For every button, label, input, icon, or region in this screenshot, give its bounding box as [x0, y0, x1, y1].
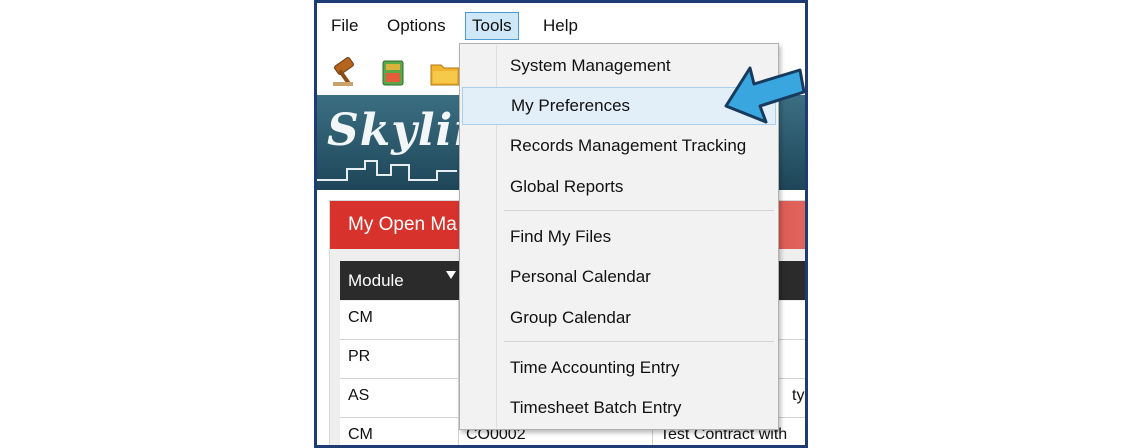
menu-options[interactable]: Options [381, 12, 452, 40]
cell-module: AS [348, 387, 370, 404]
menuitem-label: My Preferences [511, 96, 631, 115]
menuitem-time-accounting-entry[interactable]: Time Accounting Entry [462, 349, 776, 387]
menuitem-label: Personal Calendar [510, 267, 651, 286]
menuitem-label: System Management [510, 56, 671, 75]
menuitem-personal-calendar[interactable]: Personal Calendar [462, 258, 776, 296]
menuitem-label: Global Reports [510, 177, 624, 196]
panel-title: My Open Ma [348, 214, 457, 235]
cell-description: ty D [792, 387, 805, 404]
menuitem-label: Time Accounting Entry [510, 358, 680, 377]
menuitem-label: Find My Files [510, 227, 612, 246]
book-icon[interactable] [377, 57, 409, 87]
cell-module: PR [348, 348, 371, 365]
menu-separator [504, 210, 774, 211]
menu-separator [504, 341, 774, 342]
callout-arrow-icon [720, 62, 806, 130]
folder-icon[interactable] [429, 57, 461, 87]
gavel-icon[interactable] [331, 57, 363, 87]
menu-file[interactable]: File [325, 12, 364, 40]
menu-help[interactable]: Help [537, 12, 584, 40]
cell-module: CM [348, 309, 373, 326]
menuitem-label: Timesheet Batch Entry [510, 398, 682, 417]
cell-module: CM [348, 426, 373, 443]
menu-bar: File Options Tools Help [317, 3, 805, 47]
menuitem-records-management-tracking[interactable]: Records Management Tracking [462, 127, 776, 165]
menuitem-find-my-files[interactable]: Find My Files [462, 218, 776, 256]
menuitem-global-reports[interactable]: Global Reports [462, 168, 776, 206]
menuitem-group-calendar[interactable]: Group Calendar [462, 299, 776, 337]
filter-icon[interactable] [446, 271, 456, 279]
menuitem-label: Group Calendar [510, 308, 631, 327]
menuitem-label: Records Management Tracking [510, 136, 747, 155]
column-header-module[interactable]: Module [348, 271, 404, 291]
menuitem-timesheet-batch-entry[interactable]: Timesheet Batch Entry [462, 389, 776, 427]
menu-tools[interactable]: Tools [465, 12, 519, 40]
